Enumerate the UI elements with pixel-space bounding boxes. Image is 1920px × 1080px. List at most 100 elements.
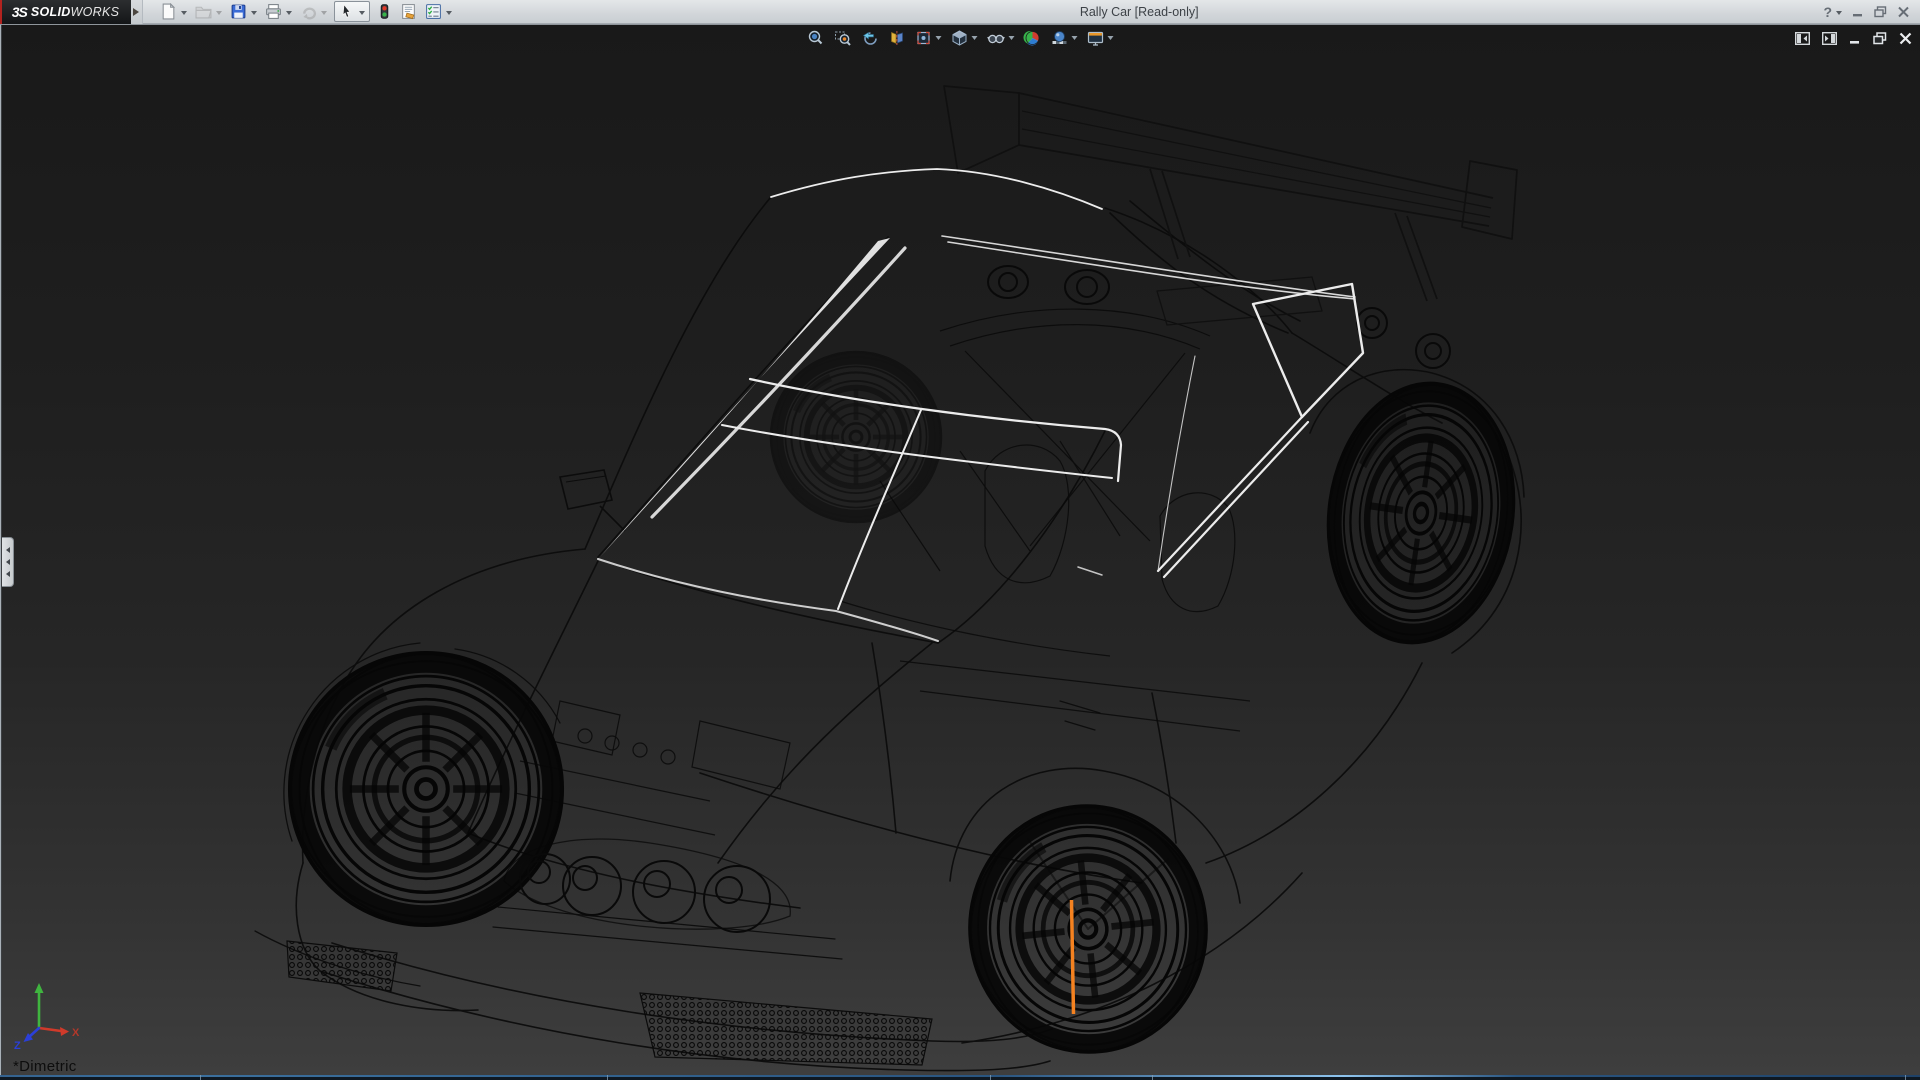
- options-button[interactable]: [422, 1, 455, 23]
- collapse-arrow-icon: [3, 559, 10, 565]
- eyeglasses-icon: [987, 29, 1006, 47]
- solidworks-window: 3S SOLIDWORKS: [0, 0, 1920, 1080]
- display-style-button[interactable]: [949, 28, 980, 48]
- doc-restore-button[interactable]: [1873, 32, 1887, 45]
- minimize-icon: [1852, 6, 1864, 18]
- pane-collapse-left-button[interactable]: [1795, 32, 1810, 45]
- open-document-button[interactable]: [192, 1, 225, 23]
- restore-icon: [1874, 6, 1887, 18]
- document-window-controls: [1795, 32, 1912, 45]
- doc-minimize-button[interactable]: [1849, 32, 1861, 45]
- save-dropdown-arrow[interactable]: [251, 11, 257, 15]
- pane-expand-right-button[interactable]: [1822, 32, 1837, 45]
- tail-lights: [1357, 308, 1450, 368]
- save-button[interactable]: [227, 1, 260, 23]
- pane-left-icon: [1795, 32, 1810, 45]
- car-body-lines: [255, 197, 1524, 1071]
- open-folder-icon: [195, 3, 212, 20]
- app-minimize-button[interactable]: [1852, 6, 1864, 18]
- app-restore-button[interactable]: [1874, 6, 1887, 18]
- display-style-cube-icon: [951, 29, 969, 47]
- feature-panel-splitter[interactable]: [2, 537, 14, 587]
- previous-view-button[interactable]: [859, 28, 881, 48]
- graphics-viewport[interactable]: X Z: [0, 24, 1920, 1075]
- taskbar-edge: [0, 1075, 1920, 1080]
- headlights: [520, 854, 770, 932]
- close-icon: [1897, 6, 1910, 18]
- view-settings-dropdown-arrow[interactable]: [1108, 36, 1114, 40]
- apply-scene-button[interactable]: [1049, 28, 1080, 48]
- taskbar-divider: [1905, 1075, 1906, 1080]
- section-view-icon: [888, 29, 906, 47]
- help-button[interactable]: ?: [1823, 4, 1842, 20]
- new-document-button[interactable]: [157, 1, 190, 23]
- new-dropdown-arrow[interactable]: [181, 11, 187, 15]
- brand-name-bold: SOLID: [31, 5, 71, 19]
- app-window-controls: ?: [1823, 4, 1920, 20]
- x-axis-arrow: [60, 1027, 69, 1036]
- save-floppy-icon: [230, 3, 247, 20]
- logo-accent: [0, 0, 2, 24]
- view-settings-button[interactable]: [1085, 28, 1116, 48]
- collapse-arrow-icon: [3, 571, 10, 577]
- zoom-to-area-button[interactable]: [832, 28, 854, 48]
- view-settings-icon: [1087, 29, 1105, 47]
- selected-edge[interactable]: [1072, 900, 1074, 1014]
- traffic-light-icon: [377, 3, 392, 20]
- brand-name-light: WORKS: [71, 5, 120, 19]
- heads-up-view-toolbar: [805, 28, 1116, 48]
- display-style-dropdown-arrow[interactable]: [972, 36, 978, 40]
- z-axis-label: Z: [14, 1040, 21, 1052]
- select-cursor-icon: [339, 3, 355, 20]
- y-axis-arrow: [35, 983, 44, 993]
- car-wireframe: X Z: [0, 25, 1920, 1075]
- print-button[interactable]: [262, 1, 295, 23]
- hide-show-dropdown-arrow[interactable]: [1009, 36, 1015, 40]
- pane-right-icon: [1822, 32, 1837, 45]
- flyout-arrow-icon: [133, 8, 143, 16]
- zoom-to-fit-icon: [807, 29, 825, 47]
- edit-appearance-button[interactable]: [1022, 28, 1044, 48]
- help-label: ?: [1823, 4, 1832, 20]
- appearance-ball-icon: [1024, 29, 1042, 47]
- select-tool-button[interactable]: [334, 1, 370, 22]
- view-orientation-icon: [915, 29, 933, 47]
- hide-show-items-button[interactable]: [985, 28, 1017, 48]
- taskbar-divider: [990, 1075, 991, 1080]
- menu-flyout-button[interactable]: [131, 0, 143, 24]
- doc-close-button[interactable]: [1899, 32, 1912, 45]
- window-title: Rally Car [Read-only]: [455, 4, 1823, 19]
- open-dropdown-arrow[interactable]: [216, 11, 222, 15]
- apply-scene-icon: [1051, 29, 1069, 47]
- print-dropdown-arrow[interactable]: [286, 11, 292, 15]
- file-properties-icon: [400, 3, 417, 20]
- wheels: [290, 352, 1530, 1064]
- apply-scene-dropdown-arrow[interactable]: [1072, 36, 1078, 40]
- doc-minimize-icon: [1849, 32, 1861, 45]
- view-orientation-dropdown-arrow[interactable]: [936, 36, 942, 40]
- rear-right-wheel: [1312, 371, 1530, 654]
- title-bar: 3S SOLIDWORKS: [0, 0, 1920, 24]
- grille-mesh: [287, 941, 932, 1065]
- help-dropdown-arrow[interactable]: [1836, 11, 1842, 15]
- solidworks-logo: 3S SOLIDWORKS: [0, 0, 131, 24]
- section-view-button[interactable]: [886, 28, 908, 48]
- undo-dropdown-arrow[interactable]: [321, 11, 327, 15]
- doc-close-icon: [1899, 32, 1912, 45]
- 3ds-logo-icon: 3S: [12, 4, 27, 20]
- collapse-arrow-icon: [3, 547, 10, 553]
- rebuild-button[interactable]: [374, 1, 395, 23]
- view-orientation-label: *Dimetric: [13, 1058, 77, 1075]
- zoom-to-fit-button[interactable]: [805, 28, 827, 48]
- options-dropdown-arrow[interactable]: [446, 11, 452, 15]
- previous-view-icon: [861, 29, 879, 47]
- zoom-to-area-icon: [834, 29, 852, 47]
- app-close-button[interactable]: [1897, 6, 1910, 18]
- view-orientation-button[interactable]: [913, 28, 944, 48]
- undo-button[interactable]: [297, 1, 330, 23]
- print-icon: [265, 3, 282, 20]
- taskbar-divider: [1152, 1075, 1153, 1080]
- file-properties-button[interactable]: [397, 1, 420, 23]
- x-axis-label: X: [72, 1027, 80, 1039]
- select-dropdown-arrow[interactable]: [359, 11, 365, 15]
